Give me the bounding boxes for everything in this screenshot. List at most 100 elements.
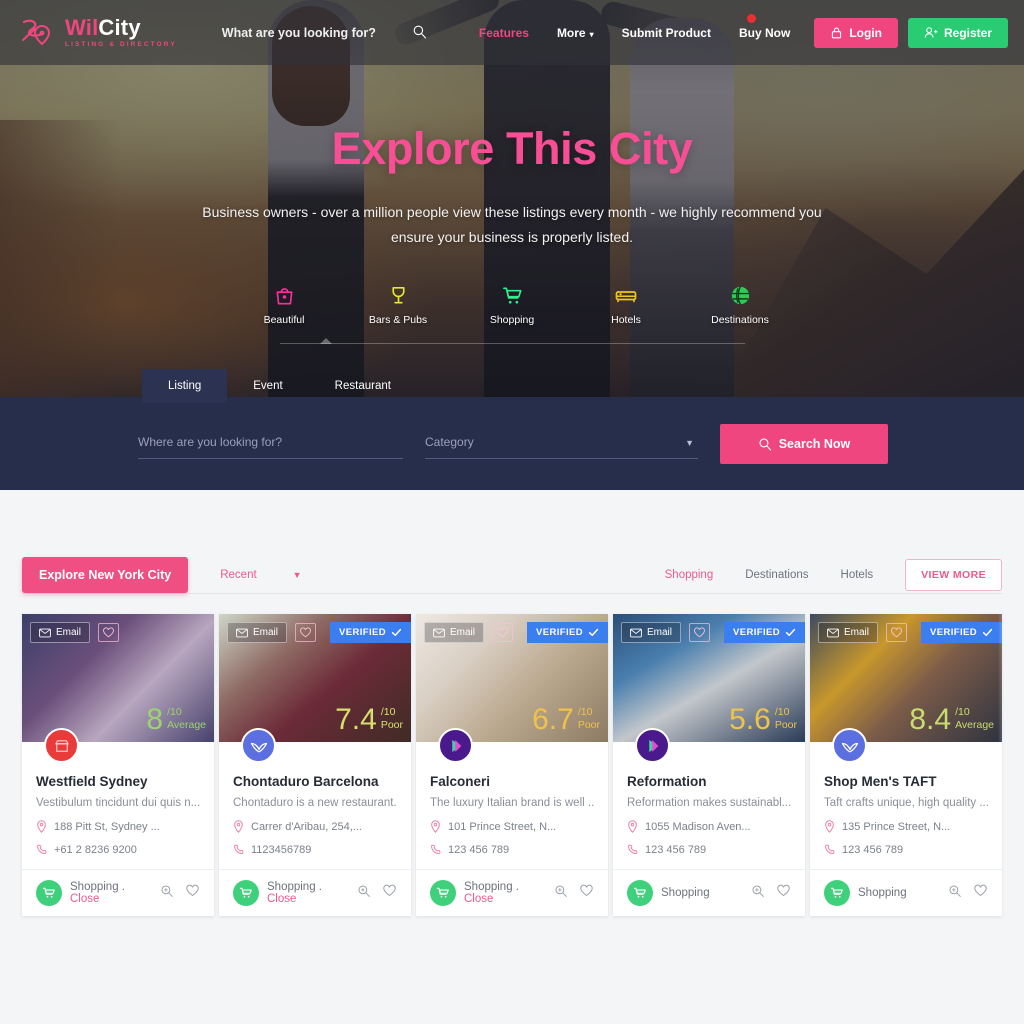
listing-avatar[interactable] <box>44 728 79 763</box>
hero-category-hotels[interactable]: Hotels <box>587 283 665 326</box>
listing-favorite-button[interactable] <box>579 883 594 903</box>
listing-category-icon-circle[interactable] <box>430 880 456 906</box>
listing-quickview-button[interactable] <box>948 884 962 903</box>
listing-email-button[interactable]: Email <box>30 622 91 643</box>
listing-wishlist-button[interactable] <box>689 623 711 642</box>
listing-phone[interactable]: 123 456 789 <box>448 844 509 856</box>
listing-title[interactable]: Chontaduro Barcelona <box>233 774 397 789</box>
listing-category-label[interactable]: Shopping . Close <box>267 881 349 905</box>
listing-category-label[interactable]: Shopping <box>858 887 907 899</box>
shopping-cart-icon <box>42 887 55 898</box>
listing-category-label[interactable]: Shopping <box>661 887 710 899</box>
listing-email-button[interactable]: Email <box>818 622 879 643</box>
listing-favorite-button[interactable] <box>185 883 200 903</box>
listing-quickview-button[interactable] <box>160 884 174 903</box>
listing-favorite-button[interactable] <box>973 883 988 903</box>
check-icon <box>588 628 599 637</box>
listing-quickview-button[interactable] <box>554 884 568 903</box>
listing-category-icon-circle[interactable] <box>627 880 653 906</box>
listing-wishlist-button[interactable] <box>886 623 908 642</box>
listing-phone[interactable]: 1123456789 <box>251 844 311 856</box>
hero-category-bars-pubs[interactable]: Bars & Pubs <box>359 283 437 326</box>
listing-rating-value: 7.4 <box>335 703 377 737</box>
listing-card[interactable]: Email VERIFIED 8.4 /10 Average Shop Men'… <box>810 614 1002 916</box>
listing-rating-outof: /10 <box>955 705 970 718</box>
search-location-input[interactable] <box>138 428 403 459</box>
listing-wishlist-button[interactable] <box>98 623 120 642</box>
hero-category-beautiful[interactable]: Beautiful <box>245 283 323 326</box>
search-location-field <box>138 428 403 459</box>
hero-category-shopping[interactable]: Shopping <box>473 283 551 326</box>
search-category-select[interactable] <box>425 428 698 459</box>
tab-event-label: Event <box>253 380 283 392</box>
register-button[interactable]: Register <box>907 17 1008 48</box>
header-search-input[interactable] <box>221 25 408 40</box>
envelope-icon <box>236 628 248 637</box>
listing-avatar[interactable] <box>635 728 670 763</box>
listing-address-row: 1055 Madison Aven... <box>627 820 791 833</box>
listing-rating-value: 6.7 <box>532 703 574 737</box>
listing-status: Close <box>464 893 494 905</box>
listing-card-image: Email VERIFIED 5.6 /10 Poor <box>613 614 805 742</box>
nav-item-submit-product[interactable]: Submit Product <box>622 26 711 40</box>
listing-title[interactable]: Falconeri <box>430 774 594 789</box>
nav-item-buy-now[interactable]: Buy Now <box>739 13 790 40</box>
listing-email-button[interactable]: Email <box>621 622 682 643</box>
listing-category-icon-circle[interactable] <box>824 880 850 906</box>
listing-email-button[interactable]: Email <box>227 622 288 643</box>
phone-icon <box>825 844 835 855</box>
search-now-button[interactable]: Search Now <box>720 423 888 464</box>
listing-title[interactable]: Westfield Sydney <box>36 774 200 789</box>
listing-quickview-button[interactable] <box>357 884 371 903</box>
listing-category-icon-circle[interactable] <box>233 880 259 906</box>
chevron-down-icon[interactable]: ▼ <box>685 438 694 448</box>
listing-email-button[interactable]: Email <box>424 622 485 643</box>
header-search-button[interactable] <box>408 24 431 42</box>
listing-card[interactable]: Email VERIFIED 7.4 /10 Poor Chontaduro B… <box>219 614 411 916</box>
filter-tab-hotels[interactable]: Hotels <box>841 569 874 581</box>
hero-banner: WilCity LISTING & DIRECTORY Features <box>0 0 1024 490</box>
verified-badge: VERIFIED <box>920 622 1002 643</box>
listing-favorite-button[interactable] <box>776 883 791 903</box>
sort-dropdown[interactable]: Recent ▼ <box>220 569 301 581</box>
listing-avatar[interactable] <box>241 728 276 763</box>
nav-item-more[interactable]: More ▾ <box>557 26 594 40</box>
map-pin-icon <box>431 820 440 833</box>
listing-phone[interactable]: 123 456 789 <box>645 844 706 856</box>
filter-tab-destinations[interactable]: Destinations <box>745 569 808 581</box>
wings-avatar-icon <box>841 742 858 752</box>
listing-quickview-button[interactable] <box>751 884 765 903</box>
listing-category-label[interactable]: Shopping . Close <box>70 881 152 905</box>
listing-phone-row: 123 456 789 <box>627 844 791 856</box>
listing-wishlist-button[interactable] <box>295 623 317 642</box>
listing-wishlist-button[interactable] <box>492 623 514 642</box>
listing-rating-word: Poor <box>774 718 797 731</box>
listing-title[interactable]: Shop Men's TAFT <box>824 774 988 789</box>
tab-event[interactable]: Event <box>227 369 308 403</box>
filter-tab-shopping[interactable]: Shopping <box>665 569 714 581</box>
listing-description: The luxury Italian brand is well ... <box>430 797 594 809</box>
listing-avatar[interactable] <box>832 728 867 763</box>
listing-title[interactable]: Reformation <box>627 774 791 789</box>
listing-category-icon-circle[interactable] <box>36 880 62 906</box>
listing-phone[interactable]: +61 2 8236 9200 <box>54 844 137 856</box>
login-button[interactable]: Login <box>814 17 898 48</box>
listing-rating-outof: /10 <box>774 705 790 718</box>
listing-rating-word: Poor <box>380 718 403 731</box>
listing-card[interactable]: Email 8 /10 Average Westfield Sydney Ves… <box>22 614 214 916</box>
explore-city-button[interactable]: Explore New York City <box>22 556 189 593</box>
listing-rating-outof: /10 <box>380 705 396 718</box>
heart-icon <box>497 627 508 638</box>
listing-favorite-button[interactable] <box>382 883 397 903</box>
listing-card[interactable]: Email VERIFIED 5.6 /10 Poor Reformation … <box>613 614 805 916</box>
view-more-button[interactable]: VIEW MORE <box>905 558 1002 591</box>
hero-category-destinations[interactable]: Destinations <box>701 283 779 326</box>
listing-card[interactable]: Email VERIFIED 6.7 /10 Poor Falconeri Th… <box>416 614 608 916</box>
listing-avatar[interactable] <box>438 728 473 763</box>
tab-listing[interactable]: Listing <box>142 369 228 403</box>
nav-item-features[interactable]: Features <box>479 26 529 40</box>
listing-phone[interactable]: 123 456 789 <box>842 844 903 856</box>
site-logo[interactable]: WilCity LISTING & DIRECTORY <box>18 16 177 50</box>
tab-restaurant[interactable]: Restaurant <box>309 369 417 403</box>
listing-category-label[interactable]: Shopping . Close <box>464 881 546 905</box>
